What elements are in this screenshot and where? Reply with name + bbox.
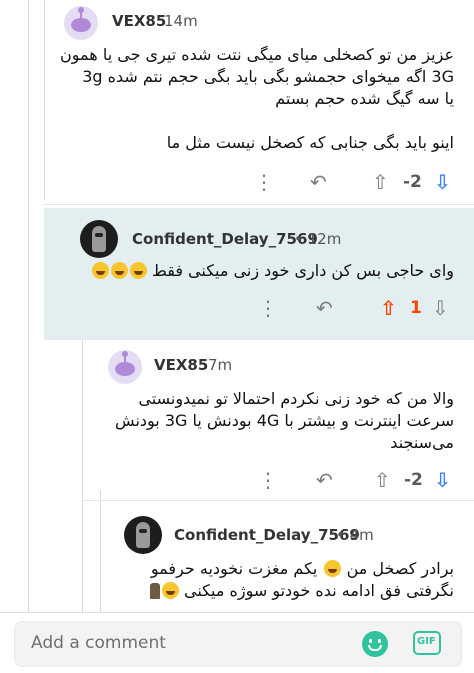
comment-body: برادر کصخل من یکم مغزت نخودیه حرفمو نگرف… <box>110 558 454 602</box>
reply-icon[interactable]: ↶ <box>316 468 333 492</box>
laughing-emoji-icon <box>324 560 342 577</box>
comment-line: یا سه گیگ شده حجم بستم <box>275 89 454 108</box>
comment-timestamp: • 4m <box>336 526 374 544</box>
add-comment-input[interactable]: Add a comment GIF <box>14 621 462 667</box>
reply-icon[interactable]: ↶ <box>310 170 327 194</box>
comment-time-value: 12m <box>307 230 342 248</box>
comment-body: والا من که خود زنی نکردم احتمالا تو نمید… <box>102 388 454 454</box>
comment-line: سرعت اینترنت و بیشتر با 4G بودنش یا 3G ب… <box>115 411 454 430</box>
gif-picker-icon[interactable]: GIF <box>413 631 441 655</box>
laughing-emoji-icon <box>161 582 179 599</box>
laughing-emoji-icon <box>129 262 147 279</box>
comment-body: عزیز من تو کصخلی میای میگی نتت شده تیری … <box>60 44 454 154</box>
comment-timestamp: • 12m <box>294 230 342 248</box>
comment-time-value: 4m <box>349 526 374 544</box>
comment-divider <box>82 500 474 501</box>
upvote-icon[interactable]: ⇧ <box>380 296 397 320</box>
downvote-icon[interactable]: ⇩ <box>434 170 451 194</box>
more-options-icon[interactable]: ⋮ <box>258 296 278 320</box>
comment-username[interactable]: VEX85 <box>154 356 208 374</box>
comment-line: اینو باید بگی جنابی که کصخل نیست مثل ما <box>166 133 454 152</box>
upvote-icon[interactable]: ⇧ <box>372 170 389 194</box>
comment-timestamp: 7m <box>208 356 233 374</box>
comment-vex85-2: VEX85 7m والا من که خود زنی نکردم احتمال… <box>82 340 474 500</box>
gif-label: GIF <box>417 636 436 647</box>
vote-score: 1 <box>410 298 422 318</box>
more-options-icon[interactable]: ⋮ <box>254 170 274 194</box>
comment-line: یکم مغزت نخودیه حرفمو <box>150 559 318 578</box>
comment-body: وای حاجی بس کن داری خود زنی میکنی فقط <box>80 260 454 282</box>
comment-composer-bar: Add a comment GIF <box>0 612 474 673</box>
comment-vex85-1: VEX85 14m عزیز من تو کصخلی میای میگی نتت… <box>0 0 474 200</box>
comment-confident-1: Confident_Delay_7569 • 12m وای حاجی بس ک… <box>44 208 474 340</box>
comment-confident-2: Confident_Delay_7569 • 4m برادر کصخل من … <box>100 504 474 612</box>
reply-icon[interactable]: ↶ <box>316 296 333 320</box>
comment-timestamp: 14m <box>164 12 198 30</box>
comment-line: نگرفتی فق ادامه نده خودتو سوژه میکنی <box>183 581 454 600</box>
dark-ghost-avatar-icon[interactable] <box>124 516 162 554</box>
vote-score: -2 <box>403 172 422 192</box>
comment-username[interactable]: VEX85 <box>112 12 166 30</box>
comment-line: می‌سنجند <box>390 433 454 452</box>
vote-score: -2 <box>404 470 423 490</box>
comment-line: 3G اگه میخوای حجمشو بگی باید بگی حجم نتم… <box>82 67 454 86</box>
more-options-icon[interactable]: ⋮ <box>258 468 278 492</box>
snoo-avatar-icon[interactable] <box>64 6 98 40</box>
dark-ghost-avatar-icon[interactable] <box>80 220 118 258</box>
moai-emoji-icon <box>149 583 160 599</box>
upvote-icon[interactable]: ⇧ <box>374 468 391 492</box>
laughing-emoji-icon <box>110 262 128 279</box>
comment-line: عزیز من تو کصخلی میای میگی نتت شده تیری … <box>60 45 454 64</box>
comment-line: برادر کصخل من <box>346 559 454 578</box>
comment-line: والا من که خود زنی نکردم احتمالا تو نمید… <box>138 389 454 408</box>
downvote-icon[interactable]: ⇩ <box>434 468 451 492</box>
snoo-avatar-icon[interactable] <box>108 350 142 384</box>
comment-username[interactable]: Confident_Delay_7569 <box>174 526 360 544</box>
comment-username[interactable]: Confident_Delay_7569 <box>132 230 318 248</box>
emoji-picker-icon[interactable] <box>362 631 388 657</box>
laughing-emoji-icon <box>91 262 109 279</box>
comment-placeholder: Add a comment <box>31 633 166 653</box>
downvote-icon[interactable]: ⇩ <box>432 296 449 320</box>
comment-line: وای حاجی بس کن داری خود زنی میکنی فقط <box>152 261 454 280</box>
comment-divider <box>44 204 474 205</box>
